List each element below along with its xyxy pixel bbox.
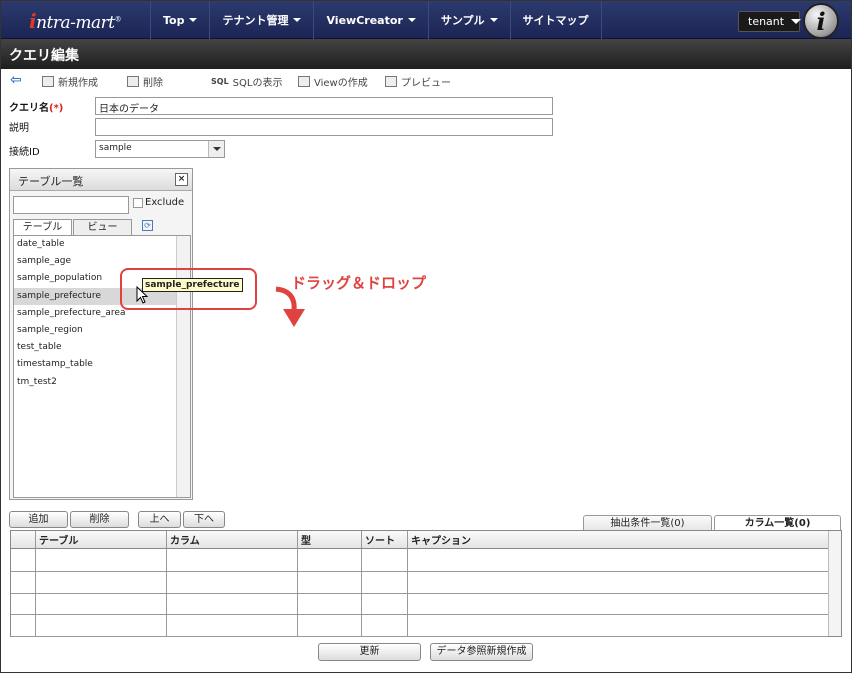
grid-divider	[297, 531, 298, 636]
create-data-reference-button[interactable]: データ参照新規作成	[430, 643, 533, 661]
description-label: 説明	[9, 123, 29, 134]
move-down-button[interactable]: 下へ	[183, 511, 225, 528]
back-button[interactable]: ⇦	[10, 72, 22, 88]
add-button[interactable]: 追加	[9, 511, 68, 528]
query-name-input[interactable]: 日本のデータ	[95, 97, 553, 115]
table-row	[11, 614, 828, 615]
description-input[interactable]	[95, 118, 553, 136]
tab-table[interactable]: テーブル	[13, 219, 72, 235]
grid-header: テーブル カラム 型 ソート キャプション	[11, 531, 828, 549]
tab-view[interactable]: ビュー	[73, 219, 132, 235]
column-grid: テーブル カラム 型 ソート キャプション	[10, 530, 842, 637]
checkbox-icon	[133, 197, 143, 208]
new-button[interactable]: 新規作成	[42, 74, 98, 89]
table-list-title: テーブル一覧 ×	[10, 169, 192, 191]
table-list-item[interactable]: tm_test2	[14, 374, 178, 391]
chevron-down-icon	[293, 18, 302, 22]
required-mark: (*)	[49, 103, 64, 114]
intra-mart-logo[interactable]: intra-mart®	[29, 9, 122, 33]
tenant-menu[interactable]: tenant	[738, 11, 802, 32]
chevron-down-icon	[208, 141, 224, 157]
grid-header-table: テーブル	[39, 536, 79, 547]
chevron-down-icon	[489, 18, 498, 22]
exclude-checkbox[interactable]: Exclude	[133, 197, 184, 208]
main-nav: Top テナント管理 ViewCreator サンプル サイトマップ	[150, 1, 602, 39]
table-list-item[interactable]: timestamp_table	[14, 356, 178, 373]
nav-sitemap[interactable]: サイトマップ	[511, 1, 602, 39]
chevron-down-icon	[407, 18, 416, 22]
grid-header-column: カラム	[170, 536, 200, 547]
nav-tenant-admin[interactable]: テナント管理	[210, 1, 315, 39]
update-button[interactable]: 更新	[318, 643, 421, 661]
tab-columns[interactable]: カラム一覧(0)	[714, 515, 841, 531]
nav-viewcreator[interactable]: ViewCreator	[314, 1, 429, 39]
table-list-panel: テーブル一覧 × Exclude テーブル ビュー ⟳ date_tablesam…	[9, 168, 193, 500]
close-icon[interactable]: ×	[175, 173, 188, 186]
chevron-down-icon	[189, 18, 198, 22]
table-list-item[interactable]: date_table	[14, 236, 178, 253]
grid-divider	[361, 531, 362, 636]
preview-button[interactable]: プレビュー	[385, 74, 451, 89]
table-row	[11, 571, 828, 572]
drag-drop-annotation: ドラッグ＆ドロップ	[291, 274, 427, 292]
grid-divider	[407, 531, 408, 636]
move-up-button[interactable]: 上へ	[138, 511, 181, 528]
table-row	[11, 592, 828, 594]
table-filter-input[interactable]	[13, 196, 129, 214]
toolbar: ⇦ 新規作成 削除 SQL SQLの表示 Viewの作成 プレビュー	[0, 72, 852, 92]
show-sql-button[interactable]: SQL SQLの表示	[211, 74, 282, 89]
create-view-button[interactable]: Viewの作成	[298, 74, 368, 89]
trash-icon	[127, 76, 139, 87]
connection-id-select[interactable]: sample	[95, 140, 225, 158]
nav-sample[interactable]: サンプル	[429, 1, 511, 39]
nav-top[interactable]: Top	[151, 1, 211, 39]
table-row	[11, 635, 828, 637]
grid-header-type: 型	[301, 536, 311, 547]
drag-tooltip: sample_prefecture	[142, 278, 243, 292]
grid-scrollbar[interactable]	[828, 531, 841, 636]
table-list-item[interactable]: test_table	[14, 339, 178, 356]
delete-row-button[interactable]: 削除	[70, 511, 129, 528]
mouse-cursor-icon	[136, 286, 149, 304]
grid-header-caption: キャプション	[411, 536, 471, 547]
page-title: クエリ編集	[1, 39, 851, 69]
table-list-item[interactable]: sample_region	[14, 322, 178, 339]
document-icon	[42, 76, 54, 87]
back-arrow-icon: ⇦	[10, 72, 22, 88]
delete-button[interactable]: 削除	[127, 74, 163, 89]
grid-divider	[35, 531, 36, 636]
chevron-down-icon	[791, 19, 802, 24]
grid-header-sort: ソート	[365, 536, 395, 547]
window-icon	[298, 76, 310, 87]
user-badge-icon[interactable]: i	[803, 3, 839, 39]
connection-id-label: 接続ID	[9, 147, 40, 158]
tab-conditions[interactable]: 抽出条件一覧(0)	[583, 515, 712, 531]
sql-icon: SQL	[211, 77, 229, 86]
top-navbar: intra-mart® Top テナント管理 ViewCreator サンプル …	[1, 1, 851, 39]
preview-icon	[385, 76, 397, 87]
refresh-icon[interactable]: ⟳	[142, 220, 153, 231]
grid-divider	[166, 531, 167, 636]
query-name-label: クエリ名(*)	[9, 103, 64, 114]
